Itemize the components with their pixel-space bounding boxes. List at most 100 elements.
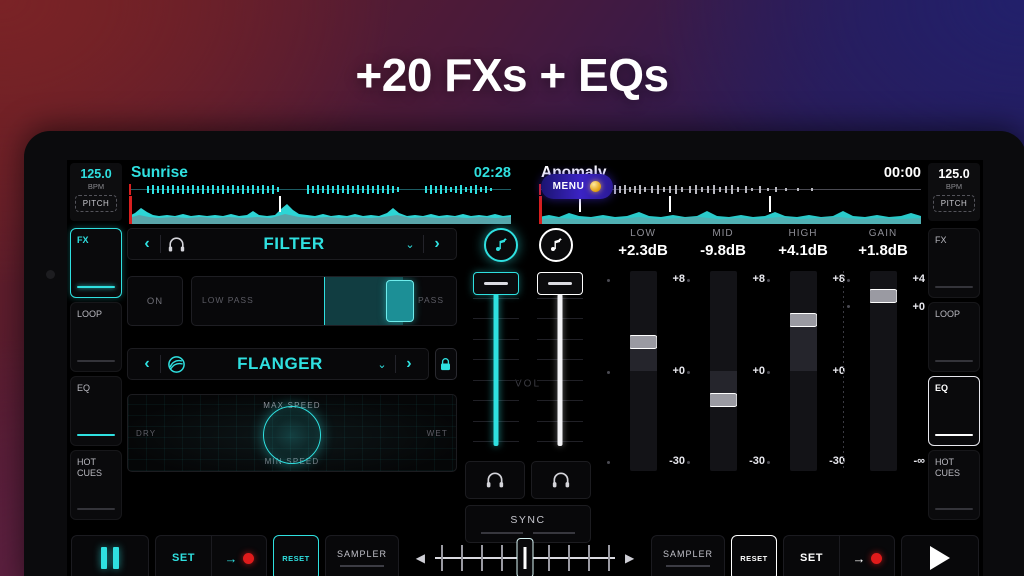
right-sampler-button[interactable]: SAMPLER: [651, 535, 725, 576]
eq-scale: +8 +0 -30: [739, 271, 765, 471]
sidebar-item-hotcues-left[interactable]: HOT CUES: [70, 450, 122, 520]
left-tab-column: FX LOOP EQ HOT CUES: [70, 228, 122, 524]
eq-track[interactable]: [869, 271, 897, 471]
left-sampler-button[interactable]: SAMPLER: [325, 535, 399, 576]
left-reset-button[interactable]: RESET: [273, 535, 319, 576]
sidebar-item-eq-right[interactable]: EQ: [928, 376, 980, 446]
right-headphone-cue-button[interactable]: [531, 461, 591, 499]
right-track-time: 00:00: [883, 165, 921, 181]
eq-track[interactable]: [709, 271, 737, 471]
eq-track[interactable]: [789, 271, 817, 471]
right-detail-waveform[interactable]: [539, 196, 921, 224]
left-set-button[interactable]: SET: [155, 535, 211, 576]
chevron-down-icon[interactable]: ⌄: [369, 358, 395, 371]
flanger-xy-pad[interactable]: MAX SPEED MIN SPEED DRY WET: [127, 394, 457, 472]
sidebar-item-hotcues-right[interactable]: HOT CUES: [928, 450, 980, 520]
pad-wet-label: WET: [426, 429, 448, 438]
eq-knob[interactable]: [629, 335, 657, 349]
eq-scale-dots: [607, 271, 611, 471]
left-detail-waveform[interactable]: [129, 196, 511, 224]
left-load-button[interactable]: [483, 228, 518, 262]
lock-icon[interactable]: [434, 348, 457, 380]
eq-panel: LOW +2.3dB MID -9.8dB HIGH +4.1dB GAIN +…: [603, 228, 925, 518]
reset-label: RESET: [282, 553, 310, 563]
crossfader[interactable]: ◀ ▶: [405, 535, 645, 576]
sidebar-item-fx-left[interactable]: FX: [70, 228, 122, 298]
flanger-prev-button[interactable]: ‹: [134, 355, 160, 373]
filter-body: ON LOW PASS HIGH PASS: [127, 276, 457, 326]
center-mixer: VOL SYNC: [465, 228, 591, 543]
flanger-next-button[interactable]: ›: [396, 355, 422, 373]
eq-fader-low[interactable]: +8 +0 -30: [603, 271, 685, 471]
right-bpm-panel: 125.0 BPM PITCH: [928, 163, 980, 221]
sampler-indicator: [666, 565, 710, 567]
flanger-wave-icon: [161, 355, 191, 373]
chevron-down-icon[interactable]: ⌄: [397, 238, 423, 251]
tab-underline: [935, 286, 973, 288]
eq-knob[interactable]: [709, 393, 737, 407]
eq-track[interactable]: [629, 271, 657, 471]
tab-label: LOOP: [77, 309, 103, 319]
eq-fader-high[interactable]: +8 +0 -30: [763, 271, 845, 471]
filter-knob[interactable]: [385, 280, 414, 322]
eq-fader-gain[interactable]: +4 +0 -∞: [843, 271, 925, 471]
eq-band-value: -9.8dB: [700, 242, 746, 259]
amber-dot-icon: [590, 181, 602, 192]
filter-selector[interactable]: ‹ FILTER ⌄ ›: [127, 228, 457, 260]
fader-stem: [557, 294, 563, 446]
flanger-header-row: ‹ FLANGER ⌄ ›: [127, 348, 457, 380]
triangle-right-icon[interactable]: ▶: [625, 551, 634, 565]
eq-knob[interactable]: [789, 313, 817, 327]
eq-fader-mid[interactable]: +8 +0 -30: [683, 271, 765, 471]
left-pitch-button[interactable]: PITCH: [75, 195, 117, 212]
sidebar-item-fx-right[interactable]: FX: [928, 228, 980, 298]
right-set-button[interactable]: SET: [783, 535, 839, 576]
pad-dry-label: DRY: [136, 429, 157, 438]
eq-readout-high: HIGH +4.1dB: [763, 228, 843, 259]
sidebar-item-loop-left[interactable]: LOOP: [70, 302, 122, 372]
crossfader-rail[interactable]: [435, 535, 615, 576]
triangle-left-icon[interactable]: ◀: [416, 551, 425, 565]
left-pause-button[interactable]: [71, 535, 149, 576]
headphones-icon: [486, 472, 504, 488]
right-reset-button[interactable]: RESET: [731, 535, 777, 576]
right-pitch-button[interactable]: PITCH: [933, 195, 975, 212]
left-track-time: 02:28: [473, 165, 511, 181]
fader-knob[interactable]: [473, 272, 519, 295]
tab-underline: [935, 434, 973, 436]
eq-scale-dots: [847, 271, 851, 471]
music-note-plus-icon: [550, 238, 561, 251]
right-volume-fader[interactable]: [537, 272, 583, 452]
eq-scale: +4 +0 -∞: [899, 271, 925, 471]
left-volume-fader[interactable]: [473, 272, 519, 452]
filter-next-button[interactable]: ›: [424, 235, 450, 253]
fader-knob[interactable]: [537, 272, 583, 295]
flanger-selector[interactable]: ‹ FLANGER ⌄ ›: [127, 348, 429, 380]
tab-underline: [77, 286, 115, 288]
sidebar-item-eq-left[interactable]: EQ: [70, 376, 122, 446]
eq-scale-mid: +0: [912, 301, 925, 313]
eq-band-name: LOW: [630, 228, 656, 239]
filter-prev-button[interactable]: ‹: [134, 235, 160, 253]
eq-scale: +8 +0 -30: [659, 271, 685, 471]
menu-button[interactable]: MENU: [541, 174, 613, 199]
filter-pass-slider[interactable]: LOW PASS HIGH PASS: [191, 276, 457, 326]
eq-band-value: +1.8dB: [858, 242, 908, 259]
filter-on-button[interactable]: ON: [127, 276, 183, 326]
sidebar-item-loop-right[interactable]: LOOP: [928, 302, 980, 372]
tab-label: EQ: [935, 383, 949, 393]
eq-knob[interactable]: [869, 289, 897, 303]
eq-scale-dots: [767, 271, 771, 471]
right-play-button[interactable]: [901, 535, 979, 576]
left-overview-waveform[interactable]: [129, 184, 511, 195]
tablet-device: 125.0 BPM PITCH Sunrise 02:28 MENU Anoma…: [24, 131, 1024, 576]
crossfader-knob[interactable]: [516, 538, 534, 576]
flanger-pad-handle[interactable]: [263, 405, 321, 464]
right-cue-group: SET →: [783, 535, 895, 576]
eq-readout-mid: MID -9.8dB: [683, 228, 763, 259]
right-load-button[interactable]: [538, 228, 573, 262]
right-record-button[interactable]: →: [839, 535, 895, 576]
left-headphone-cue-button[interactable]: [465, 461, 525, 499]
left-record-button[interactable]: →: [211, 535, 267, 576]
arrow-right-icon: →: [224, 550, 238, 566]
